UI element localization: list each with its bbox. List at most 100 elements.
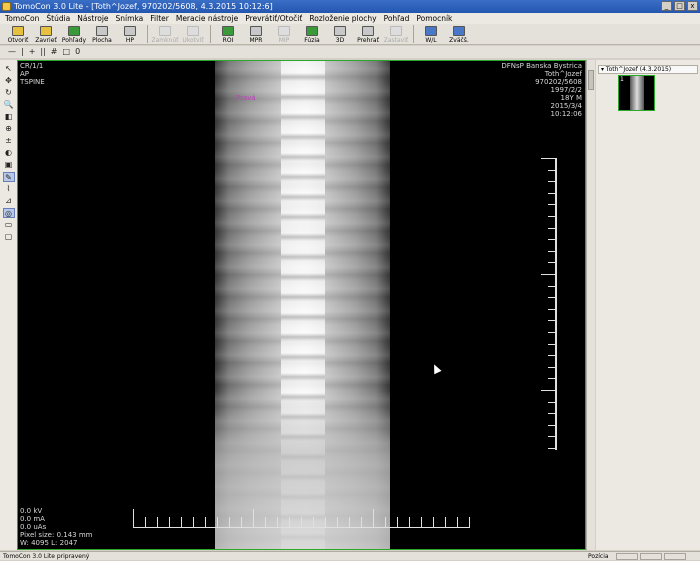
series-thumbnail[interactable]: 1	[618, 75, 655, 111]
menu-tomocon[interactable]: TomoCon	[5, 13, 39, 24]
scale-tick	[548, 227, 555, 229]
status-text: TomoCon 3.0 Lite pripravený	[3, 553, 90, 560]
menu-pohlad[interactable]: Pohľad	[384, 13, 410, 24]
frame-tool-icon[interactable]: ▣	[3, 160, 15, 170]
menu-filter[interactable]: Filter	[150, 13, 169, 24]
views-button[interactable]: Pohľady	[60, 24, 88, 44]
play-button[interactable]: Prehrať	[354, 24, 382, 44]
fusion-button[interactable]: Fúzia	[298, 24, 326, 44]
menu-studia[interactable]: Štúdia	[46, 13, 70, 24]
3d-icon	[334, 26, 346, 36]
line-tool-icon[interactable]: —	[8, 46, 16, 58]
magnifier-tool-icon[interactable]: 🔍	[3, 100, 15, 110]
study-date: 2015/3/4	[550, 102, 582, 110]
status-cell	[664, 553, 686, 560]
scale-tick	[445, 517, 446, 527]
export-tool-icon[interactable]: ▢	[3, 232, 15, 242]
open-button[interactable]: Otvoriť	[4, 24, 32, 44]
window-tool-icon[interactable]: ◧	[3, 112, 15, 122]
scale-tick	[548, 355, 555, 357]
scale-tick	[229, 517, 230, 527]
window-level-icon	[425, 26, 437, 36]
close-button[interactable]: x	[687, 1, 698, 11]
uas-value: 0.0 uAs	[20, 523, 47, 531]
video-tool-icon[interactable]: ▭	[3, 220, 15, 230]
lock-button[interactable]: Zamknúť	[151, 24, 179, 44]
body-part-label: TSPINE	[20, 78, 45, 86]
annotation-tool-icon[interactable]: ✎	[2, 172, 15, 182]
menu-rozlozenie-plochy[interactable]: Rozloženie plochy	[309, 13, 376, 24]
side-marker: Pravá	[236, 94, 256, 102]
flip-tool-icon[interactable]: ±	[3, 136, 15, 146]
birth-date: 1997/2/2	[550, 86, 582, 94]
scale-tick	[548, 250, 555, 252]
pointer-tool-icon[interactable]: ↖	[3, 64, 15, 74]
scale-tick	[169, 517, 170, 527]
rotate-tool-icon[interactable]: ↻	[3, 88, 15, 98]
menu-nastroje[interactable]: Nástroje	[77, 13, 108, 24]
menu-pomocnik[interactable]: Pomocník	[416, 13, 452, 24]
scale-tick	[397, 517, 398, 527]
roi-tool-icon[interactable]: ◎	[2, 208, 15, 218]
hp-button[interactable]: HP	[116, 24, 144, 44]
scale-tick	[548, 262, 555, 264]
scale-tick	[548, 378, 555, 380]
scale-tick	[265, 517, 266, 527]
roi-button[interactable]: ROI	[214, 24, 242, 44]
grid-tool-icon[interactable]: #	[51, 46, 58, 58]
menu-snimka[interactable]: Snímka	[116, 13, 144, 24]
scale-tick	[349, 517, 350, 527]
toolbar-separator	[147, 25, 148, 43]
menu-prevratit-otocit[interactable]: Prevrátiť/Otočiť	[245, 13, 302, 24]
vertical-line-tool-icon[interactable]: |	[21, 46, 24, 58]
scale-tick	[457, 517, 458, 527]
rectangle-tool-icon[interactable]: □	[63, 46, 71, 58]
menu-meracie-nastroje[interactable]: Meracie nástroje	[176, 13, 238, 24]
fusion-icon	[306, 26, 318, 36]
mip-button[interactable]: MIP	[270, 24, 298, 44]
scale-tick	[541, 158, 555, 159]
scale-tick	[548, 297, 555, 299]
zoom-button[interactable]: Zväčš.	[445, 24, 473, 44]
minimize-button[interactable]: _	[661, 1, 672, 11]
invert-tool-icon[interactable]: ◐	[3, 148, 15, 158]
scale-tick	[157, 517, 158, 527]
scale-tick	[548, 413, 555, 415]
age-sex: 18Y M	[560, 94, 582, 102]
anchor-button[interactable]: Ukotviť	[179, 24, 207, 44]
3d-button[interactable]: 3D	[326, 24, 354, 44]
status-cell	[616, 553, 638, 560]
close-study-button[interactable]: Zavrieť	[32, 24, 60, 44]
roi-icon	[222, 26, 234, 36]
title-bar: TomoCon 3.0 Lite - [Toth^Jozef, 970202/5…	[0, 0, 700, 13]
scale-tick	[217, 517, 218, 527]
scale-tick	[325, 517, 326, 527]
cross-tool-icon[interactable]: +	[29, 46, 36, 58]
viewport-scrollbar[interactable]	[586, 60, 595, 550]
scale-tick	[548, 285, 555, 287]
stop-button[interactable]: Zastaviť	[382, 24, 410, 44]
series-panel-header[interactable]: ▾ Toth^Jozef (4.3.2015)	[598, 65, 698, 74]
scale-tick	[548, 308, 555, 310]
toolbar-separator	[210, 25, 211, 43]
pan-tool-icon[interactable]: ✥	[3, 76, 15, 86]
horizontal-scale	[133, 527, 470, 528]
scale-tick	[193, 517, 194, 527]
mpr-button[interactable]: MPR	[242, 24, 270, 44]
image-viewport[interactable]: CR/1/1 AP TSPINE DFNsP Banska Bystrica T…	[17, 60, 586, 550]
zoom-tool-icon[interactable]: ⊕	[3, 124, 15, 134]
window-level-button[interactable]: W/L	[417, 24, 445, 44]
mpr-icon	[250, 26, 262, 36]
scale-tick	[421, 517, 422, 527]
scrollbar-thumb[interactable]	[588, 70, 594, 90]
curve-tool-icon[interactable]: ⌇	[3, 184, 15, 194]
layout-button[interactable]: Plocha	[88, 24, 116, 44]
institution-label: DFNsP Banska Bystrica	[501, 62, 582, 70]
scale-tick	[541, 390, 555, 391]
parallel-tool-icon[interactable]: ||	[40, 46, 45, 58]
ellipse-tool-icon[interactable]: 0	[75, 46, 80, 58]
projection-label: AP	[20, 70, 30, 78]
maximize-button[interactable]: □	[674, 1, 685, 11]
angle-tool-icon[interactable]: ⊿	[3, 196, 15, 206]
play-icon	[362, 26, 374, 36]
